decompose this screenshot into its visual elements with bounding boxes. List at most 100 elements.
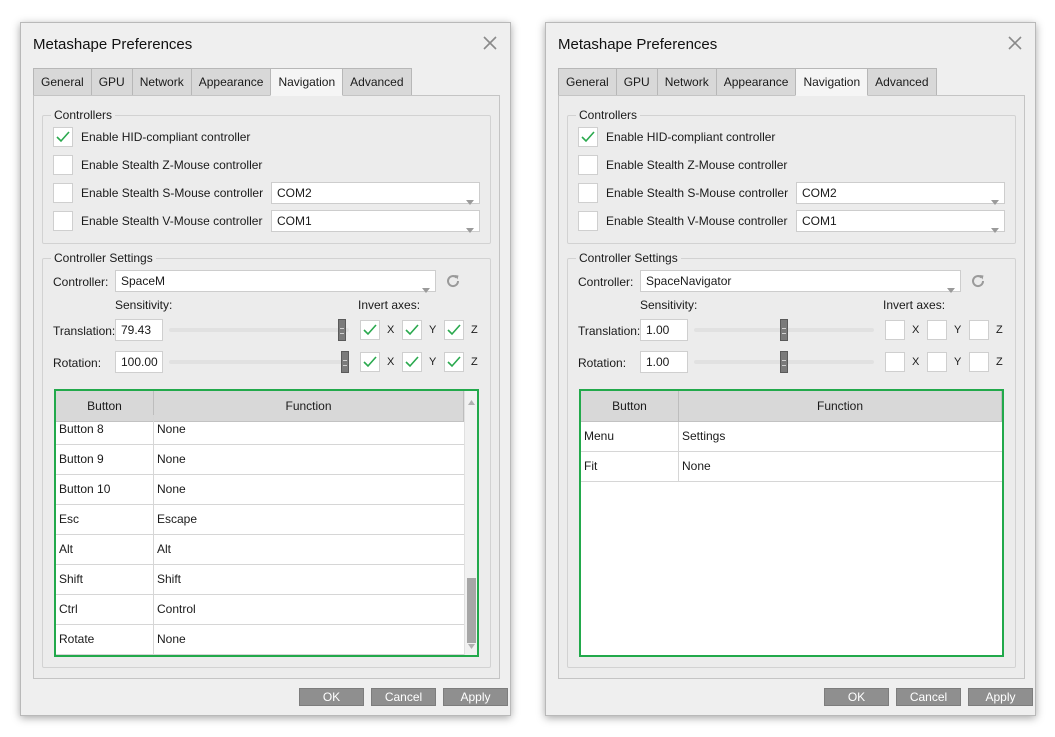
smouse-controller-checkbox[interactable]	[578, 183, 598, 203]
checkmark-icon	[56, 131, 70, 143]
translation-invert-y-checkbox[interactable]	[402, 320, 422, 340]
cell-button: Shift	[56, 565, 154, 594]
translation-invert-z-checkbox[interactable]	[969, 320, 989, 340]
refresh-controller-button[interactable]	[445, 273, 461, 289]
smouse-port-select[interactable]: COM2	[796, 182, 1005, 205]
chevron-down-icon	[991, 219, 999, 239]
tab-general[interactable]: General	[33, 68, 92, 96]
dialog-button-row: OK Cancel Apply	[292, 688, 508, 706]
controller-label: Controller:	[53, 275, 109, 289]
table-row[interactable]: Shift Shift	[56, 565, 464, 595]
table-row[interactable]: Ctrl Control	[56, 595, 464, 625]
tab-gpu[interactable]: GPU	[615, 68, 658, 96]
cell-button: Button 9	[56, 445, 154, 474]
close-button[interactable]	[482, 35, 498, 51]
tab-navigation[interactable]: Navigation	[270, 68, 344, 96]
translation-slider[interactable]	[169, 319, 349, 341]
slider-handle[interactable]	[780, 319, 788, 341]
scroll-up-icon[interactable]	[468, 394, 475, 408]
tab-navigation[interactable]: Navigation	[795, 68, 869, 96]
vmouse-controller-row: Enable Stealth V-Mouse controller	[53, 210, 262, 232]
vmouse-controller-row: Enable Stealth V-Mouse controller	[578, 210, 787, 232]
scrollbar-thumb[interactable]	[467, 578, 476, 643]
cancel-button[interactable]: Cancel	[371, 688, 436, 706]
refresh-icon	[445, 275, 461, 292]
axis-label: X	[912, 324, 920, 336]
tab-appearance[interactable]: Appearance	[190, 68, 272, 96]
rotation-invert-z-checkbox[interactable]	[969, 352, 989, 372]
group-title: Controller Settings	[576, 251, 681, 265]
tab-bar: General GPU Network Appearance Navigatio…	[558, 68, 937, 96]
column-header-button[interactable]: Button	[581, 391, 679, 422]
table-row[interactable]: Button 9 None	[56, 445, 464, 475]
smouse-controller-checkbox[interactable]	[53, 183, 73, 203]
rotation-invert-y-checkbox[interactable]	[402, 352, 422, 372]
controller-select[interactable]: SpaceM	[115, 270, 436, 293]
cancel-button[interactable]: Cancel	[896, 688, 961, 706]
translation-invert-z-checkbox[interactable]	[444, 320, 464, 340]
cell-button: Button 10	[56, 475, 154, 504]
vmouse-controller-checkbox[interactable]	[578, 211, 598, 231]
chevron-down-icon	[991, 191, 999, 211]
translation-invert-x-checkbox[interactable]	[360, 320, 380, 340]
rotation-invert-z-checkbox[interactable]	[444, 352, 464, 372]
axis-label: Y	[954, 356, 962, 368]
vmouse-port-select[interactable]: COM1	[271, 210, 480, 233]
vertical-scrollbar[interactable]	[464, 391, 477, 655]
translation-invert-y-checkbox[interactable]	[927, 320, 947, 340]
tab-gpu[interactable]: GPU	[90, 68, 133, 96]
table-body: Menu Settings Fit None	[581, 422, 1002, 482]
rotation-slider[interactable]	[694, 351, 874, 373]
rotation-invert-x-checkbox[interactable]	[360, 352, 380, 372]
tab-general[interactable]: General	[558, 68, 617, 96]
slider-handle[interactable]	[780, 351, 788, 373]
tab-appearance[interactable]: Appearance	[715, 68, 797, 96]
column-header-function[interactable]: Function	[679, 391, 1002, 422]
ok-button[interactable]: OK	[299, 688, 364, 706]
rotation-invert-y-checkbox[interactable]	[927, 352, 947, 372]
vmouse-port-select[interactable]: COM1	[796, 210, 1005, 233]
checkbox-label: Enable Stealth Z-Mouse controller	[81, 158, 263, 172]
close-icon	[482, 35, 498, 51]
checkmark-icon	[581, 131, 595, 143]
ok-button[interactable]: OK	[824, 688, 889, 706]
group-title: Controllers	[51, 108, 116, 122]
table-row[interactable]: Menu Settings	[581, 422, 1002, 452]
translation-invert-x-checkbox[interactable]	[885, 320, 905, 340]
translation-input[interactable]: 79.43	[115, 319, 163, 341]
tab-advanced[interactable]: Advanced	[342, 68, 412, 96]
table-row[interactable]: Button 10 None	[56, 475, 464, 505]
smouse-port-select[interactable]: COM2	[271, 182, 480, 205]
chevron-down-icon	[466, 219, 474, 239]
rotation-input[interactable]: 100.00	[115, 351, 163, 373]
vmouse-controller-checkbox[interactable]	[53, 211, 73, 231]
rotation-slider[interactable]	[169, 351, 349, 373]
zmouse-controller-checkbox[interactable]	[578, 155, 598, 175]
controller-select[interactable]: SpaceNavigator	[640, 270, 961, 293]
hid-controller-checkbox[interactable]	[578, 127, 598, 147]
tab-advanced[interactable]: Advanced	[867, 68, 937, 96]
translation-input[interactable]: 1.00	[640, 319, 688, 341]
tab-network[interactable]: Network	[131, 68, 192, 96]
apply-button[interactable]: Apply	[443, 688, 508, 706]
table-row[interactable]: Rotate None	[56, 625, 464, 655]
translation-slider[interactable]	[694, 319, 874, 341]
hid-controller-checkbox[interactable]	[53, 127, 73, 147]
rotation-invert-x-checkbox[interactable]	[885, 352, 905, 372]
table-row[interactable]: Button 8 None	[56, 415, 464, 445]
table-row[interactable]: Fit None	[581, 452, 1002, 482]
table-row[interactable]: Esc Escape	[56, 505, 464, 535]
slider-handle[interactable]	[338, 319, 346, 341]
controller-label: Controller:	[578, 275, 634, 289]
table-row[interactable]: Alt Alt	[56, 535, 464, 565]
zmouse-controller-checkbox[interactable]	[53, 155, 73, 175]
apply-button[interactable]: Apply	[968, 688, 1033, 706]
slider-handle[interactable]	[341, 351, 349, 373]
rotation-input[interactable]: 1.00	[640, 351, 688, 373]
close-button[interactable]	[1007, 35, 1023, 51]
tab-network[interactable]: Network	[656, 68, 717, 96]
refresh-controller-button[interactable]	[970, 273, 986, 289]
checkmark-icon	[363, 324, 377, 336]
checkbox-label: Enable HID-compliant controller	[81, 130, 251, 144]
scroll-down-icon[interactable]	[468, 638, 475, 652]
